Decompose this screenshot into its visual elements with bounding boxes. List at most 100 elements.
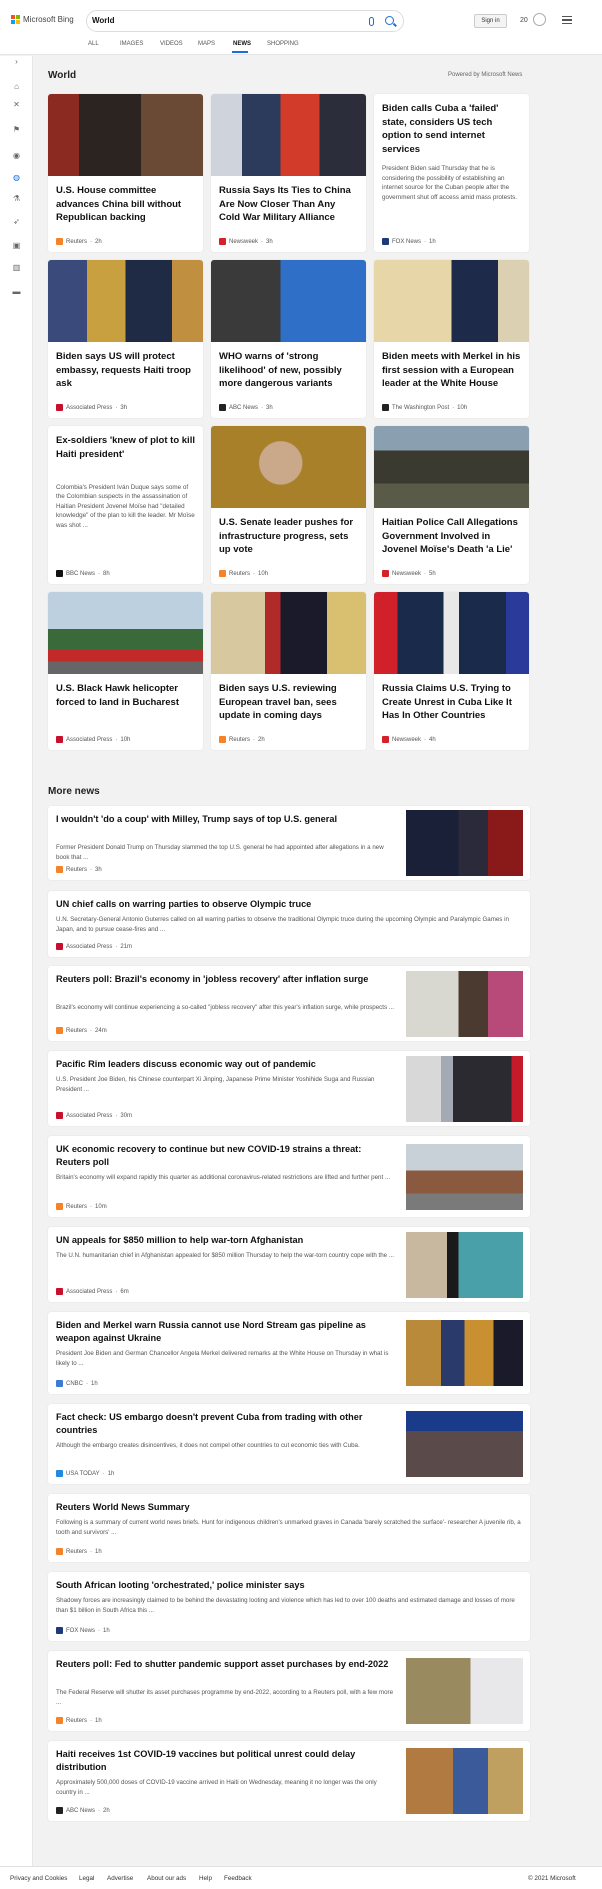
more-news-source[interactable]: FOX News · 1h (56, 1627, 110, 1634)
news-card-title[interactable]: Biden says U.S. reviewing European trave… (219, 682, 359, 723)
more-news-item[interactable]: South African looting 'orchestrated,' po… (48, 1572, 530, 1641)
more-news-item[interactable]: Reuters poll: Fed to shutter pandemic su… (48, 1651, 530, 1731)
news-card-source[interactable]: Reuters · 2h (56, 238, 102, 245)
news-card-title[interactable]: Ex-soldiers 'knew of plot to kill Haiti … (56, 434, 196, 461)
sign-in-button[interactable]: Sign in (474, 14, 507, 28)
footer-link-legal[interactable]: Legal (79, 1875, 94, 1882)
news-card-title[interactable]: Biden calls Cuba a 'failed' state, consi… (382, 102, 522, 156)
more-news-item[interactable]: Reuters poll: Brazil's economy in 'joble… (48, 966, 530, 1041)
news-card-source[interactable]: The Washington Post · 10h (382, 404, 467, 411)
news-card-title[interactable]: U.S. Senate leader pushes for infrastruc… (219, 516, 359, 557)
news-card-title[interactable]: Biden meets with Merkel in his first ses… (382, 350, 522, 391)
news-card[interactable]: Biden calls Cuba a 'failed' state, consi… (374, 94, 529, 252)
more-news-source[interactable]: Associated Press · 30m (56, 1112, 132, 1119)
more-news-source[interactable]: CNBC · 1h (56, 1380, 98, 1387)
news-card-source[interactable]: Newsweek · 5h (382, 570, 436, 577)
more-news-title[interactable]: UN chief calls on warring parties to obs… (56, 898, 522, 911)
footer-link-feedback[interactable]: Feedback (224, 1875, 252, 1882)
footer-link-about-ads[interactable]: About our ads (147, 1875, 186, 1882)
news-card-source[interactable]: Reuters · 10h (219, 570, 268, 577)
news-card-title[interactable]: Biden says US will protect embassy, requ… (56, 350, 196, 391)
more-news-item[interactable]: Haiti receives 1st COVID-19 vaccines but… (48, 1741, 530, 1821)
news-card-source[interactable]: ABC News · 3h (219, 404, 273, 411)
more-news-source[interactable]: ABC News · 2h (56, 1807, 110, 1814)
news-card[interactable]: U.S. Senate leader pushes for infrastruc… (211, 426, 366, 584)
news-card[interactable]: U.S. House committee advances China bill… (48, 94, 203, 252)
news-card[interactable]: Russia Claims U.S. Trying to Create Unre… (374, 592, 529, 750)
more-news-title[interactable]: Reuters poll: Fed to shutter pandemic su… (56, 1658, 396, 1671)
more-news-title[interactable]: South African looting 'orchestrated,' po… (56, 1579, 522, 1592)
more-news-item[interactable]: UN appeals for $850 million to help war-… (48, 1227, 530, 1302)
money-icon[interactable]: ▥ (12, 264, 21, 272)
news-card-title[interactable]: WHO warns of 'strong likelihood' of new,… (219, 350, 359, 391)
more-news-title[interactable]: Biden and Merkel warn Russia cannot use … (56, 1319, 396, 1345)
discover-icon[interactable]: ✕ (12, 101, 21, 109)
search-box[interactable]: World (86, 10, 404, 32)
news-card[interactable]: Ex-soldiers 'knew of plot to kill Haiti … (48, 426, 203, 584)
more-news-title[interactable]: Reuters poll: Brazil's economy in 'joble… (56, 973, 396, 986)
more-news-source[interactable]: Reuters · 1h (56, 1717, 102, 1724)
more-news-source[interactable]: Reuters · 24m (56, 1027, 107, 1034)
news-card-source[interactable]: Newsweek · 4h (382, 736, 436, 743)
more-news-source[interactable]: Reuters · 1h (56, 1548, 102, 1555)
more-news-title[interactable]: UK economic recovery to continue but new… (56, 1143, 396, 1169)
news-card-title[interactable]: U.S. House committee advances China bill… (56, 184, 196, 225)
news-card-source[interactable]: FOX News · 1h (382, 238, 436, 245)
tab-videos[interactable]: VIDEOS (160, 41, 183, 47)
world-icon[interactable]: ◍ (12, 174, 21, 182)
more-news-title[interactable]: Fact check: US embargo doesn't prevent C… (56, 1411, 396, 1437)
news-card[interactable]: Biden says US will protect embassy, requ… (48, 260, 203, 418)
rocket-icon[interactable]: ➶ (12, 218, 21, 226)
news-card-source[interactable]: Associated Press · 3h (56, 404, 127, 411)
home-icon[interactable]: ⌂ (12, 83, 21, 91)
footer-link-advertise[interactable]: Advertise (107, 1875, 133, 1882)
footer-link-help[interactable]: Help (199, 1875, 212, 1882)
more-news-item[interactable]: Biden and Merkel warn Russia cannot use … (48, 1312, 530, 1394)
more-news-item[interactable]: Pacific Rim leaders discuss economic way… (48, 1051, 530, 1126)
expand-icon[interactable]: › (12, 58, 21, 66)
more-news-item[interactable]: UN chief calls on warring parties to obs… (48, 891, 530, 957)
flag-icon[interactable]: ⚑ (12, 126, 21, 134)
more-news-source[interactable]: USA TODAY · 1h (56, 1470, 114, 1477)
news-card-source[interactable]: Reuters · 2h (219, 736, 265, 743)
news-card-source[interactable]: Associated Press · 10h (56, 736, 130, 743)
news-card[interactable]: WHO warns of 'strong likelihood' of new,… (211, 260, 366, 418)
search-icon[interactable] (385, 16, 394, 25)
more-news-title[interactable]: Reuters World News Summary (56, 1501, 522, 1514)
news-card[interactable]: Russia Says Its Ties to China Are Now Cl… (211, 94, 366, 252)
more-news-item[interactable]: UK economic recovery to continue but new… (48, 1136, 530, 1217)
science-icon[interactable]: ⚗ (12, 195, 21, 203)
news-card-title[interactable]: Russia Says Its Ties to China Are Now Cl… (219, 184, 359, 225)
card-icon[interactable]: ▬ (12, 288, 21, 296)
news-card-title[interactable]: Haitian Police Call Allegations Governme… (382, 516, 522, 557)
menu-icon[interactable] (562, 16, 572, 24)
news-card-source[interactable]: Newsweek · 3h (219, 238, 273, 245)
news-card[interactable]: Biden meets with Merkel in his first ses… (374, 260, 529, 418)
more-news-source[interactable]: Reuters · 3h (56, 866, 102, 873)
news-card-title[interactable]: U.S. Black Hawk helicopter forced to lan… (56, 682, 196, 709)
tab-all[interactable]: ALL (88, 41, 99, 47)
footer-link-privacy[interactable]: Privacy and Cookies (10, 1875, 67, 1882)
more-news-source[interactable]: Associated Press · 6m (56, 1288, 129, 1295)
more-news-item[interactable]: Reuters World News Summary Following is a… (48, 1494, 530, 1562)
more-news-title[interactable]: UN appeals for $850 million to help war-… (56, 1234, 396, 1247)
entertainment-icon[interactable]: ▣ (12, 242, 21, 250)
tab-news[interactable]: NEWS (233, 41, 251, 47)
rewards-count[interactable]: 20 (520, 17, 528, 24)
more-news-source[interactable]: Associated Press · 21m (56, 943, 132, 950)
news-card[interactable]: Biden says U.S. reviewing European trave… (211, 592, 366, 750)
bing-logo[interactable]: Microsoft Bing (11, 15, 74, 24)
news-card[interactable]: Haitian Police Call Allegations Governme… (374, 426, 529, 584)
microphone-icon[interactable] (369, 17, 374, 26)
rewards-trophy-icon[interactable] (533, 13, 546, 26)
tab-images[interactable]: IMAGES (120, 41, 143, 47)
tab-maps[interactable]: MAPS (198, 41, 215, 47)
news-card-source[interactable]: BBC News · 8h (56, 570, 110, 577)
news-card-title[interactable]: Russia Claims U.S. Trying to Create Unre… (382, 682, 522, 723)
more-news-source[interactable]: Reuters · 10m (56, 1203, 107, 1210)
tab-shopping[interactable]: SHOPPING (267, 41, 299, 47)
news-card[interactable]: U.S. Black Hawk helicopter forced to lan… (48, 592, 203, 750)
more-news-title[interactable]: Pacific Rim leaders discuss economic way… (56, 1058, 396, 1071)
more-news-title[interactable]: I wouldn't 'do a coup' with Milley, Trum… (56, 813, 396, 826)
search-input[interactable]: World (92, 16, 115, 25)
